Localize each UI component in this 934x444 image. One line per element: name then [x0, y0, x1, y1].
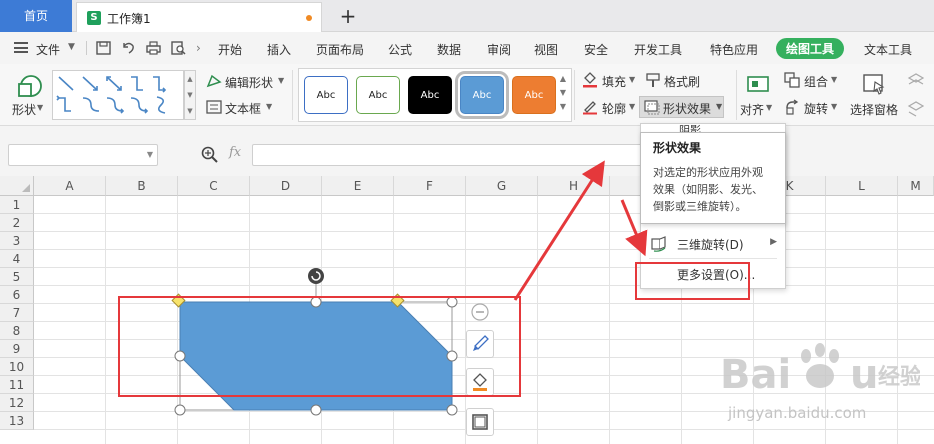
shape-style-swatch[interactable]: Abc [304, 76, 348, 114]
annotation-arrow-up [513, 160, 605, 301]
shape-style-swatch[interactable]: Abc [455, 71, 509, 119]
annotation-arrow-down [620, 199, 648, 257]
annotation-arrows [513, 160, 648, 301]
wps-spreadsheet-window: 首页 S 工作簿1 + 文件 ▼ › 开始 插入 页面布局 公式 数据 审阅 视… [0, 0, 934, 444]
shape-style-swatch[interactable]: Abc [512, 76, 556, 114]
shape-style-swatch[interactable]: Abc [356, 76, 400, 114]
shape-style-swatch[interactable]: Abc [408, 76, 452, 114]
